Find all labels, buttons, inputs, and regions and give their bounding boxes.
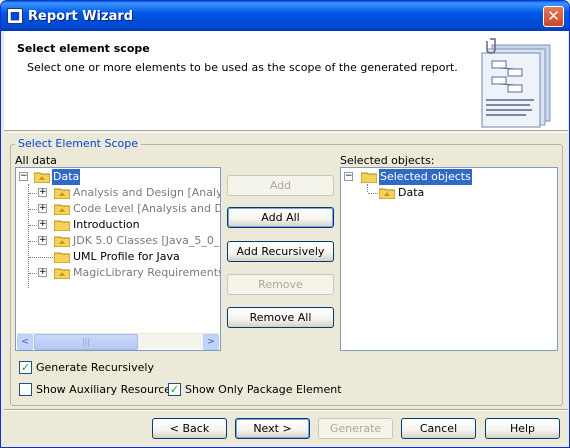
group-legend: Select Element Scope (15, 137, 141, 150)
close-button[interactable]: ✕ (543, 6, 564, 27)
expand-icon[interactable]: + (38, 268, 47, 277)
expand-icon[interactable]: + (38, 220, 47, 229)
add-button[interactable]: Add (227, 175, 334, 196)
tree-node-label[interactable]: Data (52, 169, 81, 185)
show-only-package-checkbox[interactable]: ✓ (168, 383, 181, 396)
generate-recursively-checkbox[interactable]: ✓ (19, 361, 32, 374)
all-data-tree[interactable]: − Data + Analysis and Design [Analysis a… (15, 167, 221, 351)
tree-node-data[interactable]: Data (341, 185, 557, 201)
back-button[interactable]: < Back (152, 418, 227, 439)
scroll-right-icon[interactable]: > (203, 334, 219, 350)
expand-icon[interactable]: + (38, 204, 47, 213)
tree-node-code-level[interactable]: + Code Level [Analysis and Desig (16, 201, 220, 217)
expand-icon[interactable]: + (38, 188, 47, 197)
tree-node-label[interactable]: Introduction (73, 217, 140, 233)
help-button[interactable]: Help (485, 418, 560, 439)
tree-node-label[interactable]: Selected objects (379, 169, 472, 185)
expand-icon[interactable]: + (38, 236, 47, 245)
package-folder-icon (54, 236, 70, 247)
folder-icon (54, 252, 70, 263)
header-divider (4, 132, 568, 133)
tree-node-uml-profile[interactable]: UML Profile for Java (16, 249, 220, 265)
package-folder-icon (54, 188, 70, 199)
show-auxiliary-label[interactable]: Show Auxiliary Resources (36, 383, 177, 396)
collapse-icon[interactable]: − (344, 172, 353, 181)
wizard-header: Select element scope Select one or more … (4, 31, 568, 131)
add-all-button[interactable]: Add All (227, 207, 334, 228)
window-title: Report Wizard (28, 9, 134, 24)
selected-objects-label: Selected objects: (340, 154, 435, 167)
all-data-label: All data (15, 154, 57, 167)
tree-node-label[interactable]: MagicLibrary Requirements [Ma (73, 265, 220, 281)
step-description: Select one or more elements to be used a… (27, 61, 458, 74)
step-title: Select element scope (17, 42, 150, 55)
model-folder-icon (379, 188, 395, 199)
collapse-icon[interactable]: − (19, 172, 28, 181)
report-document-icon (481, 38, 551, 128)
package-folder-icon (54, 204, 70, 215)
folder-icon (361, 172, 377, 183)
report-wizard-window: ■ Report Wizard ✕ Select element scope S… (0, 0, 570, 448)
add-recursively-button[interactable]: Add Recursively (227, 241, 334, 262)
tree-node-selected-objects[interactable]: − Selected objects (341, 169, 557, 185)
model-folder-icon (34, 172, 50, 183)
scroll-left-icon[interactable]: < (17, 334, 33, 350)
horizontal-scrollbar[interactable]: < ||| > (17, 333, 219, 350)
tree-node-label[interactable]: UML Profile for Java (73, 249, 180, 265)
tree-node-analysis-design[interactable]: + Analysis and Design [Analysis a (16, 185, 220, 201)
tree-node-label[interactable]: Analysis and Design [Analysis a (73, 185, 220, 201)
tree-node-data[interactable]: − Data (16, 169, 220, 185)
tree-node-label[interactable]: JDK 5.0 Classes [Java_5_0_Pr (73, 233, 220, 249)
tree-node-label[interactable]: Code Level [Analysis and Desig (73, 201, 220, 217)
remove-all-button[interactable]: Remove All (227, 307, 334, 328)
selected-objects-tree[interactable]: − Selected objects Data (340, 167, 558, 351)
tree-node-jdk-classes[interactable]: + JDK 5.0 Classes [Java_5_0_Pr (16, 233, 220, 249)
generate-recursively-label[interactable]: Generate Recursively (36, 361, 154, 374)
tree-node-magiclibrary[interactable]: + MagicLibrary Requirements [Ma (16, 265, 220, 281)
tree-node-introduction[interactable]: + Introduction (16, 217, 220, 233)
scrollbar-thumb[interactable]: ||| (34, 334, 138, 350)
generate-button[interactable]: Generate (318, 418, 393, 439)
title-bar[interactable]: ■ Report Wizard ✕ (1, 1, 569, 31)
show-only-package-label[interactable]: Show Only Package Element (185, 383, 342, 396)
package-folder-icon (54, 268, 70, 279)
remove-button[interactable]: Remove (227, 274, 334, 295)
folder-icon (54, 220, 70, 231)
show-auxiliary-checkbox[interactable] (19, 383, 32, 396)
tree-node-label[interactable]: Data (398, 185, 424, 201)
cancel-button[interactable]: Cancel (401, 418, 476, 439)
next-button[interactable]: Next > (235, 418, 310, 439)
app-icon: ■ (7, 8, 23, 24)
